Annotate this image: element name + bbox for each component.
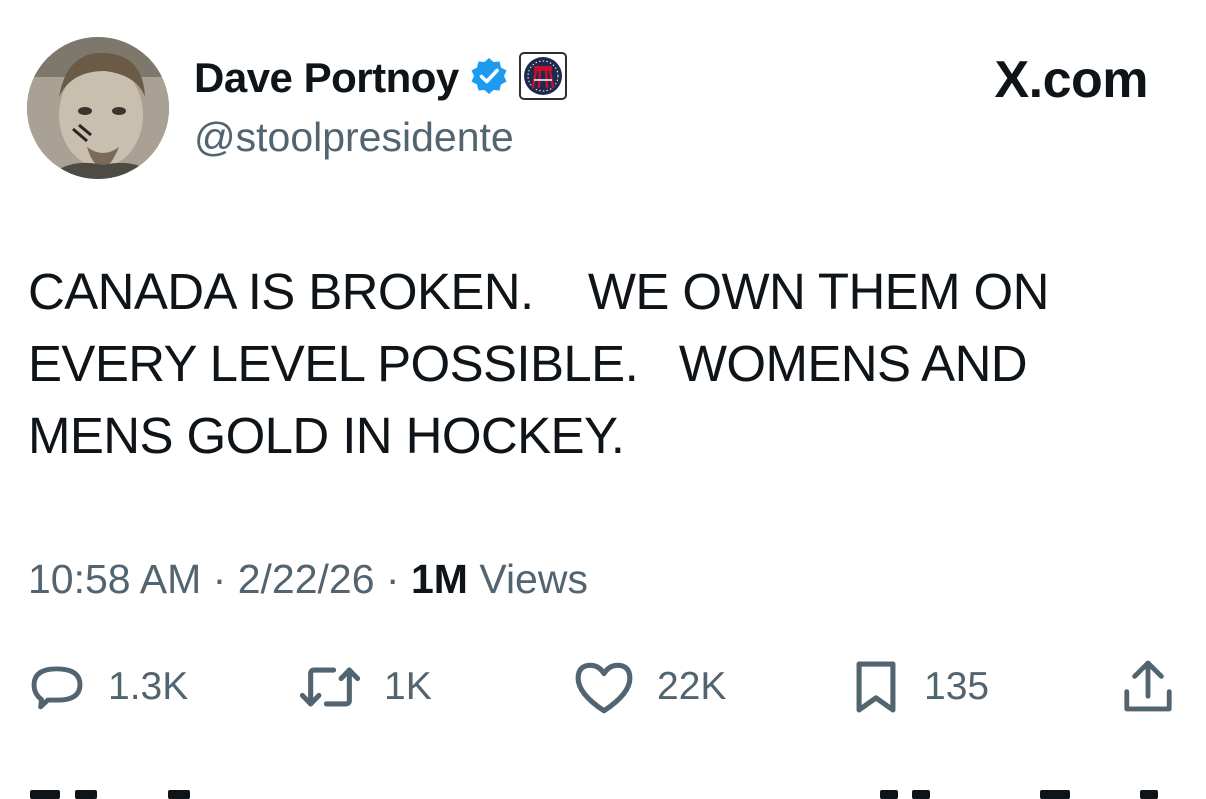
bookmark-count: 135 [924,665,990,708]
cropped-text-fragment [75,790,97,799]
like-icon [575,662,633,714]
action-bar: 1.3K 1K 22K 135 [0,652,1206,722]
meta-separator: · [212,556,227,602]
repost-count: 1K [384,665,432,708]
bookmark-button[interactable]: 135 [850,652,989,722]
avatar[interactable] [27,37,169,179]
repost-icon [299,667,361,707]
repost-button[interactable]: 1K [298,652,432,722]
cropped-text-fragment [30,790,60,799]
avatar-photo [27,37,169,179]
meta-separator: · [385,556,400,602]
like-count: 22K [657,665,727,708]
tweet-time[interactable]: 10:58 AM [28,556,201,602]
user-handle[interactable]: @stoolpresidente [194,114,514,161]
cropped-bottom-text [0,790,1206,799]
reply-count: 1.3K [108,665,189,708]
views-count: 1M [410,556,468,602]
site-label: X.com [994,50,1148,110]
views-label: Views [479,556,588,602]
share-button[interactable] [1120,652,1176,722]
cropped-text-fragment [1140,790,1158,799]
cropped-text-fragment [1040,790,1070,799]
cropped-text-fragment [168,790,190,799]
cropped-text-fragment [880,790,898,799]
reply-button[interactable]: 1.3K [28,652,188,722]
like-button[interactable]: 22K [573,652,726,722]
verified-badge-icon[interactable] [469,56,509,101]
bookmark-icon [856,661,896,713]
tweet-meta: 10:58 AM · 2/22/26 · 1M Views [28,556,588,603]
cropped-text-fragment [912,790,930,799]
site-label-text: X.com [994,51,1148,109]
tweet-date[interactable]: 2/22/26 [238,556,375,602]
tweet-text: CANADA IS BROKEN. WE OWN THEM ON EVERY L… [28,263,1049,464]
barstool-badge-icon[interactable] [518,51,567,105]
reply-icon [31,666,83,710]
display-name[interactable]: Dave Portnoy [194,54,459,102]
display-name-row: Dave Portnoy [194,51,567,105]
share-icon [1124,660,1172,712]
